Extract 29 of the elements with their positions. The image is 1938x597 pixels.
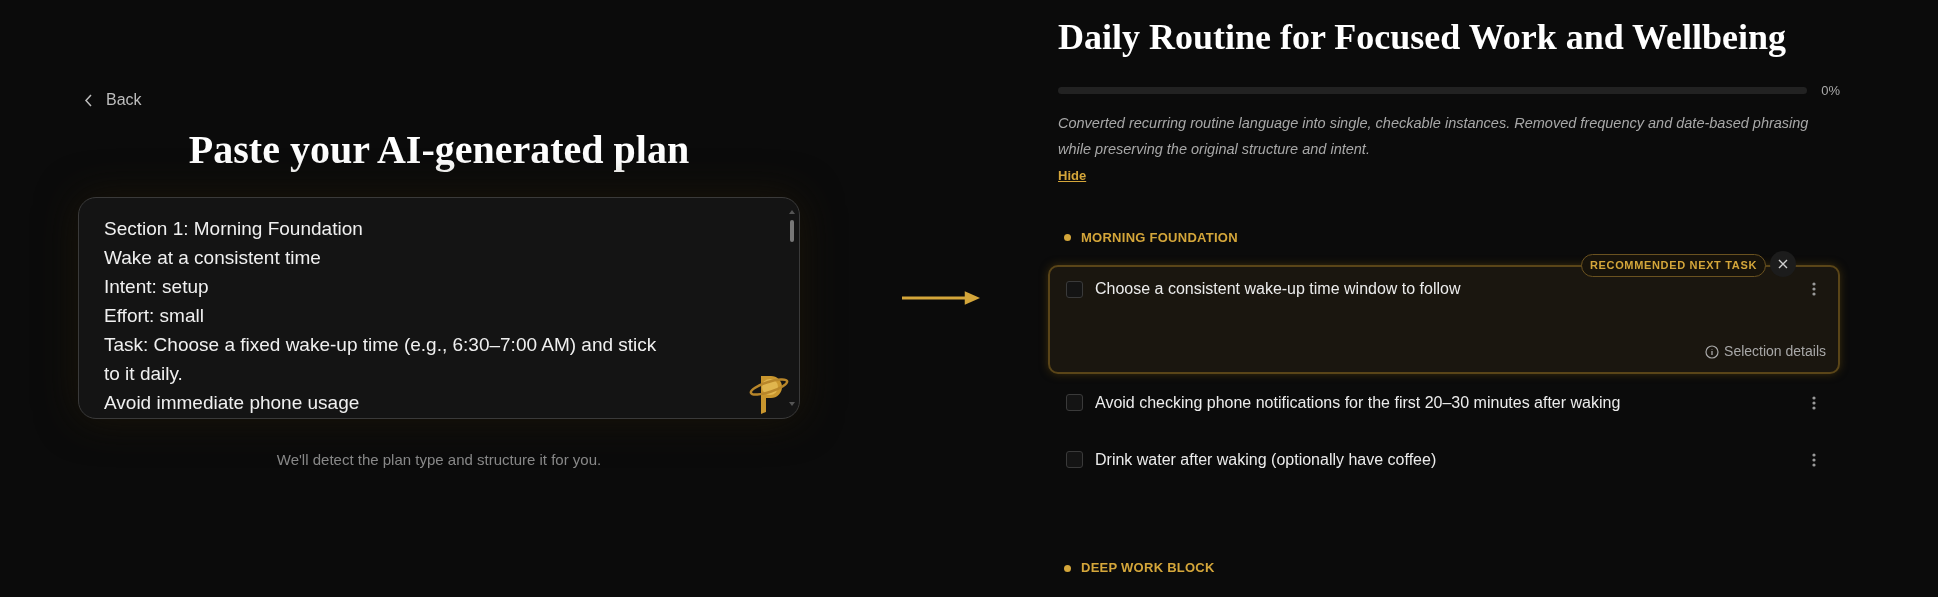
task-text: Drink water after waking (optionally have coffee) [1095,449,1438,470]
plan-title: Daily Routine for Focused Work and Wellbeing [1058,16,1787,59]
selection-details-link[interactable]: Selection details [1705,341,1826,363]
recommended-badge: RECOMMENDED NEXT TASK [1580,254,1766,277]
section-heading: MORNING FOUNDATION [1081,228,1238,247]
progress-reading: 0% [1821,81,1840,100]
back-link[interactable]: Back [78,88,142,112]
plan-text-field[interactable]: Section 1: Morning Foundation Wake at a consistent time Intent: setup Effort: small Task: Choose a fixed wake-up time (e.g., 6:30–7:00 AM) and stick to it daily. Avoid immediate phone usage [79,198,664,416]
section-heading: DEEP WORK BLOCK [1081,559,1215,578]
plan-input-box[interactable]: Section 1: Morning Foundation Wake at a consistent time Intent: setup Effort: small Task: Choose a fixed wake-up time (e.g., 6:30–7:00 AM) and stick to it daily. Avoid immediate phone usage [78,197,800,419]
more-icon[interactable] [1812,452,1816,467]
hide-link[interactable]: Hide [1058,166,1087,186]
task-text: Avoid checking phone notifications for the first 20–30 minutes after waking [1095,392,1622,413]
task-checkbox[interactable] [1066,394,1083,412]
conversion-note: Converted recurring routine language into single, checkable instances. Removed frequency and date-based phrasing while preserving the original structure and intent. [1058,114,1810,160]
info-icon [1705,344,1720,359]
section-dot-icon [1064,234,1071,242]
close-icon [1778,259,1788,270]
task-text: Choose a consistent wake-up time window to follow [1095,279,1462,300]
section-dot-icon [1064,564,1071,572]
caption-text: We'll detect the plan type and structure it for you. [275,450,603,470]
task-checkbox[interactable] [1066,451,1083,469]
chevron-left-icon [84,93,92,107]
more-icon[interactable] [1812,395,1816,410]
page-title: Paste your AI-generated plan [187,126,691,174]
close-button[interactable] [1770,251,1796,278]
task-checkbox[interactable] [1066,280,1083,298]
scrollbar-icon [788,210,796,406]
more-icon[interactable] [1812,282,1816,297]
